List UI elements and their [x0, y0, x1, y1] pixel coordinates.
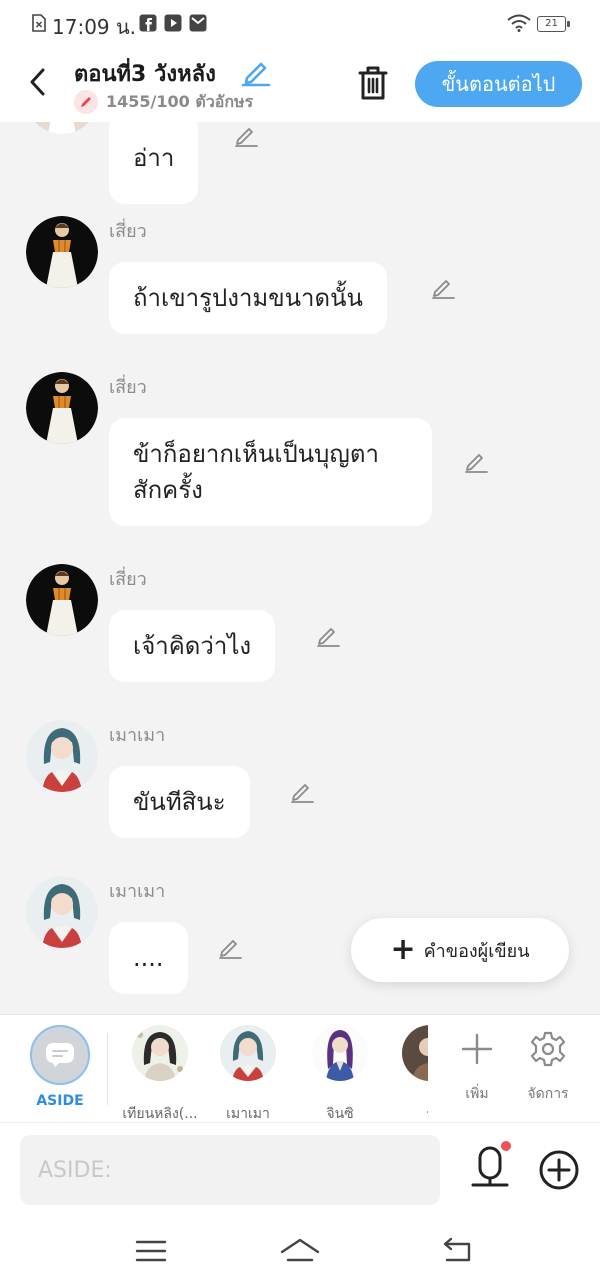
trash-icon[interactable]	[356, 64, 390, 102]
message-text: ....	[133, 944, 164, 972]
gear-icon	[530, 1031, 566, 1067]
wifi-icon	[507, 14, 531, 32]
speaker-name: เสี่ยว	[109, 221, 147, 242]
message-text: ข้าก็อยากเห็นเป็นบุญตา สักครั้ง	[133, 440, 379, 504]
message-text: ขันทีสินะ	[133, 788, 226, 816]
input-bar	[0, 1122, 600, 1216]
message-text: เจ้าคิดว่าไง	[133, 632, 252, 660]
manage-characters-button[interactable]: จัดการ	[518, 1027, 578, 1105]
edit-message-icon[interactable]	[289, 778, 315, 804]
aside-input[interactable]	[20, 1135, 440, 1205]
character-name: จินซิ	[326, 1106, 354, 1122]
mail-icon	[189, 14, 207, 32]
add-character-button[interactable]: เพิ่ม	[447, 1027, 507, 1105]
message-bubble[interactable]: ....	[109, 922, 188, 994]
facebook-icon	[139, 14, 157, 32]
status-time: 17:09 น.	[52, 15, 137, 39]
youtube-icon	[164, 14, 182, 32]
plus-icon: +	[390, 932, 416, 967]
message-bubble[interactable]: ขันทีสินะ	[109, 766, 250, 838]
speaker-name: เสี่ยว	[109, 569, 147, 590]
edit-message-icon[interactable]	[463, 448, 489, 474]
character-count: 1455/100 ตัวอักษร	[106, 91, 254, 111]
chat-message: เสี่ยว เจ้าคิดว่าไง	[0, 564, 600, 684]
header: ตอนที่3 วังหลัง 1455/100 ตัวอักษร ขั้นตอ…	[0, 46, 600, 122]
edit-title-icon[interactable]	[241, 57, 271, 87]
edit-message-icon[interactable]	[233, 122, 259, 148]
microphone-icon[interactable]	[468, 1145, 512, 1195]
episode-title: ตอนที่3 วังหลัง	[74, 62, 216, 87]
menu-icon[interactable]	[131, 1234, 171, 1268]
aside-button[interactable]	[30, 1025, 90, 1085]
back-nav-icon[interactable]	[437, 1234, 477, 1268]
character-bar: ASIDE เทียนหลิง(... เมาเมา จินซิ เพิ่ม จ…	[0, 1014, 600, 1122]
sim-card-icon	[32, 14, 46, 32]
next-step-button[interactable]: ขั้นตอนต่อไป	[415, 61, 582, 107]
message-bubble[interactable]: ถ้าเขารูปงามขนาดนั้น	[109, 262, 387, 334]
add-author-note-label: คำของผู้เขียน	[423, 940, 530, 962]
battery-icon: 21	[537, 16, 570, 32]
chat-message: เสี่ยว ข้าก็อยากเห็นเป็นบุญตา สักครั้ง	[0, 372, 600, 532]
chat-message: อ่าา	[0, 122, 600, 204]
edit-message-icon[interactable]	[315, 622, 341, 648]
character-name: เทียนหลิง(...	[122, 1106, 198, 1122]
character-list: เทียนหลิง(... เมาเมา จินซิ	[108, 1015, 428, 1123]
chat-bubble-icon	[46, 1043, 74, 1067]
avatar-xiao	[26, 122, 98, 134]
edit-message-icon[interactable]	[217, 934, 243, 960]
avatar-xiao	[26, 372, 98, 444]
chevron-left-icon	[30, 68, 45, 96]
message-bubble[interactable]: ข้าก็อยากเห็นเป็นบุญตา สักครั้ง	[109, 418, 432, 526]
add-author-note-button[interactable]: + คำของผู้เขียน	[351, 918, 569, 982]
character-name: เมาเมา	[226, 1106, 270, 1122]
avatar-maomao	[26, 720, 98, 792]
avatar-xiao	[26, 564, 98, 636]
message-text: อ่าา	[133, 144, 175, 172]
avatar-maomao	[26, 876, 98, 948]
message-text: ถ้าเขารูปงามขนาดนั้น	[133, 284, 363, 312]
edit-message-icon[interactable]	[430, 274, 456, 300]
message-bubble[interactable]: เจ้าคิดว่าไง	[109, 610, 276, 682]
avatar-partial	[402, 1025, 428, 1081]
speaker-name: เสี่ยว	[109, 377, 147, 398]
status-bar: 17:09 น. 21	[0, 0, 600, 46]
plus-icon	[461, 1033, 493, 1065]
add-character-label: เพิ่ม	[465, 1086, 489, 1102]
avatar-xiao	[26, 216, 98, 288]
chat-message: เสี่ยว ถ้าเขารูปงามขนาดนั้น	[0, 216, 600, 336]
character-name: ร	[384, 1103, 428, 1123]
chat-message: เมาเมา ขันทีสินะ	[0, 720, 600, 840]
manage-characters-label: จัดการ	[527, 1086, 569, 1102]
pencil-icon	[74, 90, 98, 114]
back-button[interactable]	[20, 62, 54, 102]
character-count-row: 1455/100 ตัวอักษร	[74, 90, 253, 114]
system-nav-bar	[0, 1216, 600, 1287]
home-icon[interactable]	[280, 1234, 320, 1268]
speaker-name: เมาเมา	[109, 725, 166, 746]
aside-label: ASIDE	[36, 1093, 84, 1109]
chat-area: อ่าา เสี่ยว ถ้าเขารูปงามขนาดนั้น เสี่ยว …	[0, 122, 600, 1014]
battery-level: 21	[545, 18, 558, 29]
avatar-jinzhi	[312, 1025, 368, 1081]
avatar-tianling	[132, 1025, 188, 1081]
speaker-name: เมาเมา	[109, 881, 166, 902]
notification-dot	[501, 1141, 511, 1151]
message-bubble[interactable]: อ่าา	[109, 122, 199, 204]
add-media-icon[interactable]	[538, 1149, 580, 1191]
avatar-maomao	[220, 1025, 276, 1081]
